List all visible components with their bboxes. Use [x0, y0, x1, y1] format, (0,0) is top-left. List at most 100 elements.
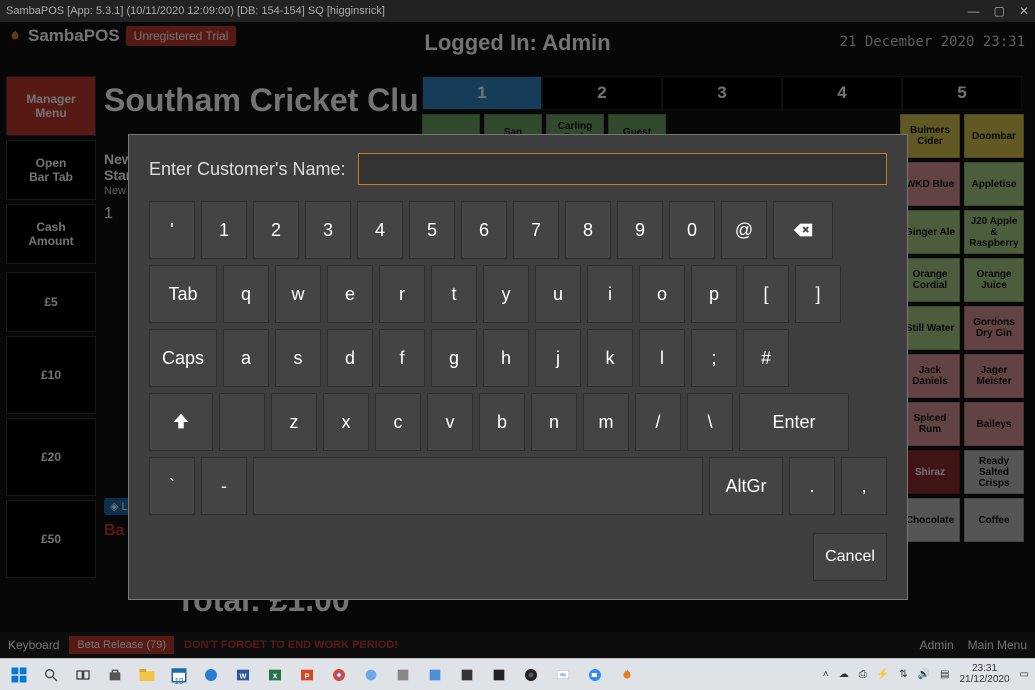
- key-altgr[interactable]: AltGr: [709, 457, 783, 515]
- key-c[interactable]: c: [375, 393, 421, 451]
- tray-chevron-up-icon[interactable]: ˄: [823, 669, 829, 680]
- key-s[interactable]: s: [275, 329, 321, 387]
- powerpoint-icon[interactable]: P: [294, 662, 320, 688]
- modal-prompt: Enter Customer's Name:: [149, 159, 346, 180]
- key-z[interactable]: z: [271, 393, 317, 451]
- key-g[interactable]: g: [431, 329, 477, 387]
- sambapos-task-icon[interactable]: [614, 662, 640, 688]
- key-x[interactable]: x: [323, 393, 369, 451]
- windows-taskbar[interactable]: 19 W X P sky ˄ ☁ ⎙ ⚡ ⇅ 🔊 ▤ 23:31 21/12/2…: [0, 658, 1035, 690]
- backspace-icon: [792, 219, 814, 241]
- zoom-icon[interactable]: [582, 662, 608, 688]
- key-backspace[interactable]: [773, 201, 833, 259]
- key-d[interactable]: d: [327, 329, 373, 387]
- excel-icon[interactable]: X: [262, 662, 288, 688]
- tray-volume-icon[interactable]: 🔊: [918, 669, 930, 680]
- key-f[interactable]: f: [379, 329, 425, 387]
- key-a[interactable]: a: [223, 329, 269, 387]
- key-`[interactable]: `: [149, 457, 195, 515]
- key-l[interactable]: l: [639, 329, 685, 387]
- app-icon-2[interactable]: [390, 662, 416, 688]
- key-#[interactable]: #: [743, 329, 789, 387]
- app-icon-4[interactable]: [454, 662, 480, 688]
- key-2[interactable]: 2: [253, 201, 299, 259]
- key-caps[interactable]: Caps: [149, 329, 217, 387]
- key-m[interactable]: m: [583, 393, 629, 451]
- customer-name-input[interactable]: [358, 153, 888, 185]
- key-@[interactable]: @: [721, 201, 767, 259]
- key-8[interactable]: 8: [565, 201, 611, 259]
- key-3[interactable]: 3: [305, 201, 351, 259]
- key-t[interactable]: t: [431, 265, 477, 323]
- key-][interactable]: ]: [795, 265, 841, 323]
- calendar-icon[interactable]: 19: [166, 662, 192, 688]
- key-w[interactable]: w: [275, 265, 321, 323]
- taskview-icon[interactable]: [70, 662, 96, 688]
- window-maximize[interactable]: ▢: [994, 4, 1005, 18]
- key-,[interactable]: ,: [841, 457, 887, 515]
- key-5[interactable]: 5: [409, 201, 455, 259]
- window-title: SambaPOS [App: 5.3.1] (10/11/2020 12:09:…: [6, 5, 385, 17]
- key-'[interactable]: ': [149, 201, 195, 259]
- key-p[interactable]: p: [691, 265, 737, 323]
- svg-text:W: W: [240, 671, 247, 680]
- tray-wifi-icon[interactable]: ⇅: [899, 669, 907, 680]
- key-b[interactable]: b: [479, 393, 525, 451]
- tray-onedrive-icon[interactable]: ☁: [839, 669, 849, 680]
- key-k[interactable]: k: [587, 329, 633, 387]
- tray-clock[interactable]: 23:31 21/12/2020: [959, 664, 1009, 685]
- key-v[interactable]: v: [427, 393, 473, 451]
- app-icon-3[interactable]: [422, 662, 448, 688]
- window-close[interactable]: ✕: [1019, 4, 1029, 18]
- key--[interactable]: -: [201, 457, 247, 515]
- key-/[interactable]: /: [635, 393, 681, 451]
- search-icon[interactable]: [38, 662, 64, 688]
- obs-icon[interactable]: [518, 662, 544, 688]
- key-9[interactable]: 9: [617, 201, 663, 259]
- tray-notifications-icon[interactable]: ▭: [1020, 669, 1029, 680]
- tray-network-icon[interactable]: ⚡: [877, 669, 889, 680]
- system-tray[interactable]: ˄ ☁ ⎙ ⚡ ⇅ 🔊 ▤ 23:31 21/12/2020 ▭: [823, 664, 1029, 685]
- cancel-button[interactable]: Cancel: [813, 533, 887, 581]
- word-icon[interactable]: W: [230, 662, 256, 688]
- key-tab[interactable]: Tab: [149, 265, 217, 323]
- key-\[interactable]: \: [687, 393, 733, 451]
- tray-time: 23:31: [959, 664, 1009, 675]
- key-;[interactable]: ;: [691, 329, 737, 387]
- key-6[interactable]: 6: [461, 201, 507, 259]
- key-7[interactable]: 7: [513, 201, 559, 259]
- tray-printer-icon[interactable]: ⎙: [859, 669, 867, 680]
- key-u[interactable]: u: [535, 265, 581, 323]
- key-j[interactable]: j: [535, 329, 581, 387]
- on-screen-keyboard: '1234567890@ Tabqwertyuiop[] Capsasdfghjkl…: [149, 201, 887, 515]
- key-n[interactable]: n: [531, 393, 577, 451]
- key-h[interactable]: h: [483, 329, 529, 387]
- app-icon-5[interactable]: [486, 662, 512, 688]
- key-space[interactable]: [253, 457, 703, 515]
- key-i[interactable]: i: [587, 265, 633, 323]
- key-r[interactable]: r: [379, 265, 425, 323]
- edge-icon[interactable]: [198, 662, 224, 688]
- key-e[interactable]: e: [327, 265, 373, 323]
- key-shift[interactable]: [149, 393, 213, 451]
- key-o[interactable]: o: [639, 265, 685, 323]
- key-blank[interactable]: [219, 393, 265, 451]
- svg-text:sky: sky: [560, 672, 567, 677]
- key-0[interactable]: 0: [669, 201, 715, 259]
- key-enter[interactable]: Enter: [739, 393, 849, 451]
- store-icon[interactable]: [102, 662, 128, 688]
- app-icon-1[interactable]: [358, 662, 384, 688]
- key-q[interactable]: q: [223, 265, 269, 323]
- tray-language-icon[interactable]: ▤: [940, 669, 949, 680]
- sky-icon[interactable]: sky: [550, 662, 576, 688]
- start-button[interactable]: [6, 662, 32, 688]
- calendar-day-badge: 19: [175, 677, 184, 686]
- key-y[interactable]: y: [483, 265, 529, 323]
- key-4[interactable]: 4: [357, 201, 403, 259]
- explorer-icon[interactable]: [134, 662, 160, 688]
- key-.[interactable]: .: [789, 457, 835, 515]
- key-1[interactable]: 1: [201, 201, 247, 259]
- key-[[interactable]: [: [743, 265, 789, 323]
- chrome-icon[interactable]: [326, 662, 352, 688]
- window-minimize[interactable]: —: [968, 4, 980, 18]
